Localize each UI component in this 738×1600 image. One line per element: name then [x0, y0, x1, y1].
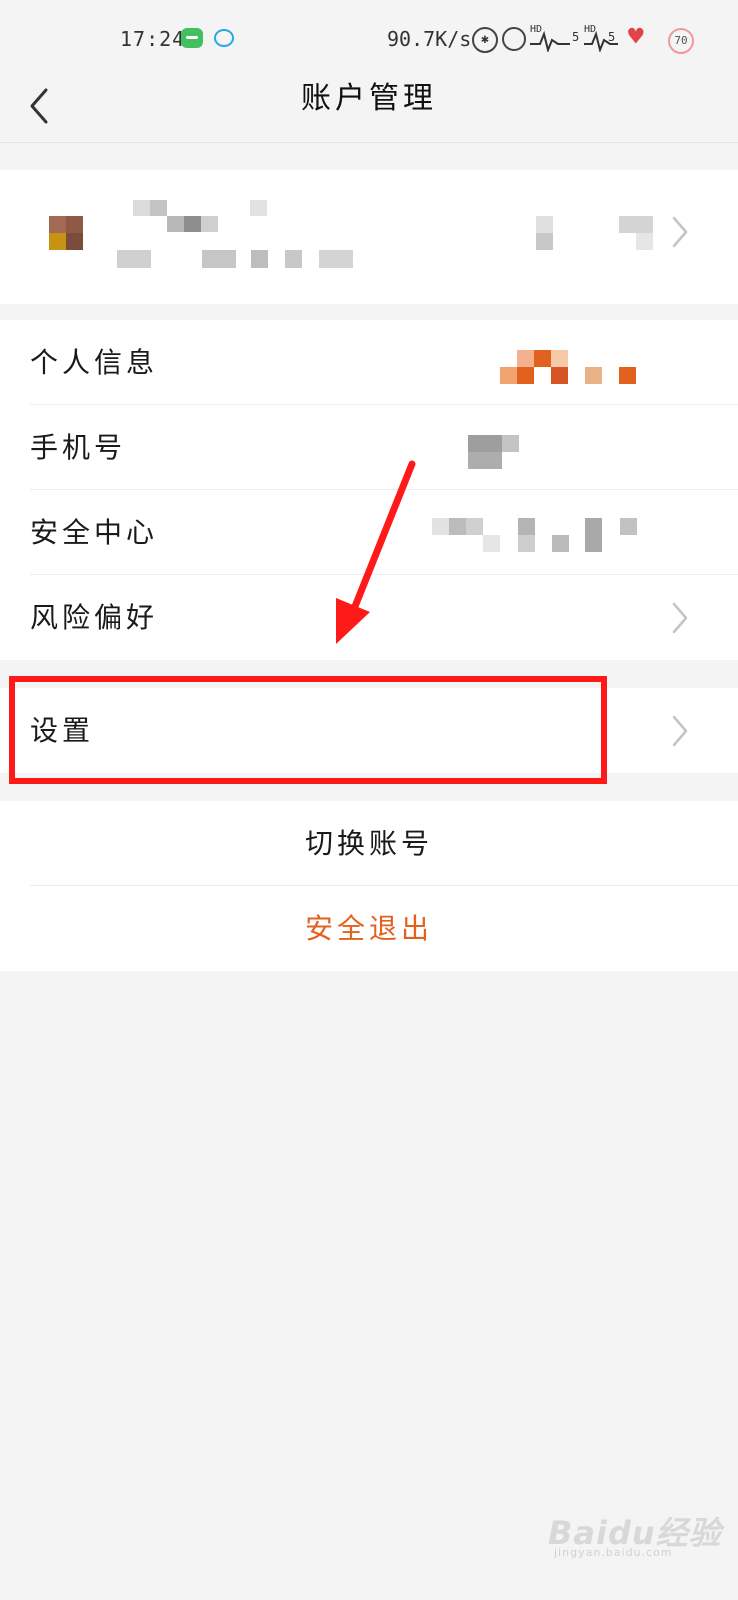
menu-item-label: 设置	[30, 714, 95, 747]
phone-value-redacted	[468, 435, 520, 469]
signal-icon-2: HD	[584, 24, 618, 52]
signal-icon-1: HD	[530, 24, 570, 52]
signal-number-2: 5	[608, 30, 616, 44]
chevron-right-icon	[672, 602, 688, 634]
status-time: 17:24	[120, 27, 186, 51]
menu-item-label: 安全中心	[30, 516, 159, 549]
menu-item-personal-info[interactable]: 个人信息	[0, 320, 738, 405]
menu-item-phone[interactable]: 手机号	[0, 405, 738, 490]
signal-number-1: 5	[572, 30, 580, 44]
profile-name-redacted	[133, 200, 273, 236]
profile-detail-redacted	[117, 250, 357, 268]
avatar	[49, 216, 83, 250]
logout-label: 安全退出	[304, 912, 433, 945]
security-value-redacted	[432, 518, 652, 554]
menu-item-settings[interactable]: 设置	[0, 688, 738, 773]
page-title: 账户管理	[301, 81, 437, 116]
battery-indicator: 70	[668, 28, 694, 54]
watermark-url: jingyan.baidu.com	[554, 1546, 673, 1559]
chevron-right-icon	[672, 715, 688, 747]
account-actions: 切换账号 安全退出	[0, 801, 738, 971]
menu-item-label: 手机号	[30, 431, 127, 464]
personal-info-value-redacted	[500, 350, 640, 384]
alarm-icon	[502, 27, 526, 51]
account-menu: 个人信息 手机号 安全中心 风险偏好	[0, 320, 738, 660]
menu-item-label: 风险偏好	[30, 601, 159, 634]
chat-bubble-icon	[214, 29, 234, 47]
baidu-watermark: Baidu经验 jingyan.baidu.com	[548, 1508, 722, 1559]
network-speed: 90.7K/s	[387, 27, 472, 51]
message-app-icon	[181, 28, 203, 48]
menu-item-label: 个人信息	[30, 346, 159, 379]
profile-status-redacted	[536, 216, 656, 252]
bluetooth-icon: ✱	[472, 27, 498, 53]
menu-item-risk-preference[interactable]: 风险偏好	[0, 575, 738, 660]
logout-button[interactable]: 安全退出	[0, 886, 738, 971]
settings-section: 设置	[0, 688, 738, 773]
menu-item-security-center[interactable]: 安全中心	[0, 490, 738, 575]
heart-icon: ♥	[628, 22, 644, 52]
switch-account-label: 切换账号	[304, 827, 433, 860]
chevron-right-icon	[672, 216, 688, 248]
nav-bar: 账户管理	[0, 76, 738, 143]
switch-account-button[interactable]: 切换账号	[0, 801, 738, 886]
profile-card[interactable]	[0, 170, 738, 304]
status-bar: 17:24 90.7K/s ✱ HD 5 HD 5 ♥ 70	[0, 0, 738, 76]
